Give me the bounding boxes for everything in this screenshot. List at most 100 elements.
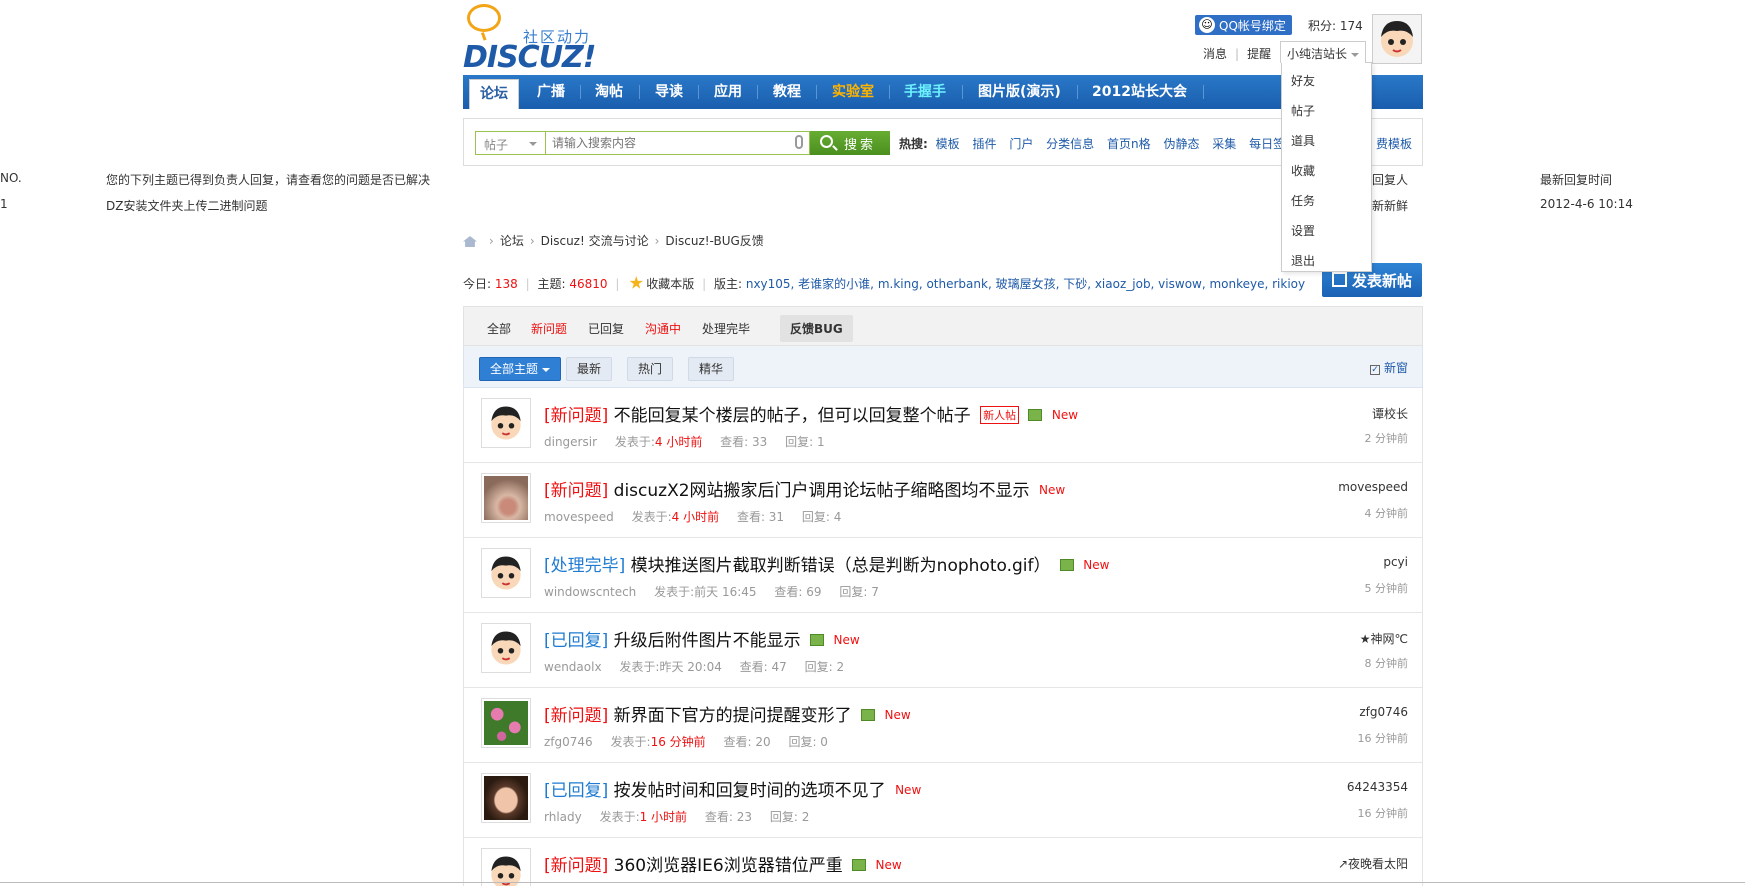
- favorite-forum-link[interactable]: 收藏本版: [646, 277, 694, 291]
- table-row[interactable]: [新问题] 不能回复某个楼层的帖子，但可以回复整个帖子 新人帖 New ding…: [464, 388, 1422, 463]
- hot-keyword[interactable]: 门户: [1009, 137, 1033, 151]
- author-avatar[interactable]: [481, 698, 531, 748]
- thread-tag[interactable]: [新问题]: [544, 706, 608, 726]
- thread-title[interactable]: [新问题] 360浏览器IE6浏览器错位严重 New: [544, 851, 902, 876]
- last-reply-user[interactable]: ★神网℃: [1360, 630, 1408, 647]
- menu-item-logout[interactable]: 退出: [1291, 252, 1315, 269]
- author-link[interactable]: zfg0746: [544, 735, 593, 749]
- breadcrumb-discussion[interactable]: Discuz! 交流与讨论: [541, 234, 649, 248]
- table-row[interactable]: [已回复] 升级后附件图片不能显示 New wendaolx 发表于:昨天 20…: [464, 613, 1422, 688]
- nav-item-guide[interactable]: 导读: [655, 75, 683, 109]
- discuz-logo[interactable]: 社区动力 DISCUZ!: [463, 4, 603, 75]
- author-link[interactable]: dingersir: [544, 435, 597, 449]
- qq-bind-button[interactable]: ☺ QQ帐号绑定: [1195, 15, 1292, 35]
- last-reply-user[interactable]: pcyi: [1383, 555, 1408, 569]
- messages-link[interactable]: 消息: [1203, 47, 1227, 61]
- last-reply-time[interactable]: 4 分钟前: [1365, 505, 1409, 521]
- breadcrumb-bug[interactable]: Discuz!-BUG反馈: [665, 234, 763, 248]
- filter-communicating[interactable]: 沟通中: [645, 320, 681, 337]
- menu-item-settings[interactable]: 设置: [1291, 222, 1315, 239]
- nav-item-gallery[interactable]: 图片版(演示): [978, 75, 1061, 109]
- thread-title-text[interactable]: 360浏览器IE6浏览器错位严重: [614, 856, 843, 876]
- last-reply-user[interactable]: 64243354: [1347, 780, 1408, 794]
- nav-item-lab[interactable]: 实验室: [832, 75, 874, 109]
- search-button[interactable]: 搜索: [810, 131, 890, 155]
- author-avatar[interactable]: [481, 398, 531, 448]
- username-dropdown-button[interactable]: 小纯洁站长: [1280, 41, 1367, 63]
- thread-title[interactable]: [处理完毕] 模块推送图片截取判断错误（总是判断为nophoto.gif） Ne…: [544, 551, 1109, 576]
- thread-title[interactable]: [已回复] 升级后附件图片不能显示 New: [544, 626, 860, 651]
- author-avatar[interactable]: [481, 548, 531, 598]
- author-link[interactable]: movespeed: [544, 510, 614, 524]
- home-icon[interactable]: [463, 236, 477, 247]
- hot-keyword-tail[interactable]: 费模板: [1376, 135, 1412, 152]
- last-reply-user[interactable]: movespeed: [1338, 480, 1408, 494]
- nav-item-apps[interactable]: 应用: [714, 75, 742, 109]
- tab-latest[interactable]: 最新: [566, 357, 613, 381]
- nav-item-broadcast[interactable]: 广播: [537, 75, 565, 109]
- last-reply-user[interactable]: ↗夜晚看太阳: [1338, 855, 1408, 872]
- thread-title-text[interactable]: 升级后附件图片不能显示: [614, 631, 801, 651]
- tab-hot[interactable]: 热门: [627, 357, 674, 381]
- menu-item-favorites[interactable]: 收藏: [1291, 162, 1315, 179]
- filter-new-question[interactable]: 新问题: [531, 320, 567, 337]
- nav-item-handshake[interactable]: 手握手: [904, 75, 946, 109]
- hot-keyword[interactable]: 分类信息: [1046, 137, 1094, 151]
- author-link[interactable]: windowscntech: [544, 585, 636, 599]
- thread-title[interactable]: [新问题] 不能回复某个楼层的帖子，但可以回复整个帖子 新人帖 New: [544, 401, 1078, 426]
- user-avatar[interactable]: [1372, 14, 1422, 64]
- last-reply-time[interactable]: 16 分钟前: [1358, 805, 1409, 821]
- author-avatar[interactable]: [481, 623, 531, 673]
- author-avatar[interactable]: [481, 773, 531, 823]
- thread-title-text[interactable]: 模块推送图片截取判断错误（总是判断为nophoto.gif）: [631, 556, 1051, 576]
- nav-item-conference[interactable]: 2012站长大会: [1092, 75, 1187, 109]
- last-reply-time[interactable]: 16 分钟前: [1358, 730, 1409, 746]
- table-row[interactable]: [新问题] 360浏览器IE6浏览器错位严重 New ↗夜晚看太阳: [464, 838, 1422, 886]
- table-row[interactable]: [处理完毕] 模块推送图片截取判断错误（总是判断为nophoto.gif） Ne…: [464, 538, 1422, 613]
- thread-title-text[interactable]: 新界面下官方的提问提醒变形了: [614, 706, 852, 726]
- reminder-link[interactable]: 提醒: [1247, 47, 1271, 61]
- row-title-link[interactable]: DZ安装文件夹上传二进制问题: [106, 197, 267, 214]
- search-input[interactable]: [545, 131, 810, 155]
- thread-tag[interactable]: [已回复]: [544, 781, 608, 801]
- search-type-select[interactable]: 帖子: [475, 131, 545, 155]
- last-reply-time[interactable]: 8 分钟前: [1365, 655, 1409, 671]
- nav-item-tutorial[interactable]: 教程: [773, 75, 801, 109]
- thread-title-text[interactable]: discuzX2网站搬家后门户调用论坛帖子缩略图均不显示: [614, 481, 1030, 501]
- tab-digest[interactable]: 精华: [688, 357, 735, 381]
- table-row[interactable]: [已回复] 按发帖时间和回复时间的选项不见了 New rhlady 发表于:1 …: [464, 763, 1422, 838]
- last-reply-user[interactable]: zfg0746: [1359, 705, 1408, 719]
- filter-replied[interactable]: 已回复: [588, 320, 624, 337]
- thread-tag[interactable]: [新问题]: [544, 406, 608, 426]
- table-row[interactable]: [新问题] discuzX2网站搬家后门户调用论坛帖子缩略图均不显示 New m…: [464, 463, 1422, 538]
- hot-keyword[interactable]: 采集: [1212, 137, 1236, 151]
- thread-tag[interactable]: [已回复]: [544, 631, 608, 651]
- thread-tag[interactable]: [新问题]: [544, 481, 608, 501]
- hot-keyword[interactable]: 插件: [972, 137, 996, 151]
- thread-title-text[interactable]: 按发帖时间和回复时间的选项不见了: [614, 781, 886, 801]
- author-avatar[interactable]: [481, 473, 531, 523]
- new-window-toggle[interactable]: ✓ 新窗: [1370, 359, 1408, 376]
- hot-keyword[interactable]: 模板: [936, 137, 960, 151]
- author-link[interactable]: rhlady: [544, 810, 582, 824]
- moderators-list[interactable]: nxy105, 老谁家的小谁, m.king, otherbank, 玻璃屋女孩…: [746, 277, 1305, 291]
- thread-title-text[interactable]: 不能回复某个楼层的帖子，但可以回复整个帖子: [614, 406, 971, 426]
- row-reply-user[interactable]: 新新鲜: [1372, 197, 1408, 214]
- thread-title[interactable]: [已回复] 按发帖时间和回复时间的选项不见了 New: [544, 776, 921, 801]
- thread-tag[interactable]: [处理完毕]: [544, 556, 625, 576]
- filter-bug-feedback[interactable]: 反馈BUG: [780, 315, 853, 342]
- author-link[interactable]: wendaolx: [544, 660, 602, 674]
- menu-item-props[interactable]: 道具: [1291, 132, 1315, 149]
- thread-tag[interactable]: [新问题]: [544, 856, 608, 876]
- nav-item-collections[interactable]: 淘帖: [595, 75, 623, 109]
- hot-keyword[interactable]: 首页n格: [1107, 137, 1151, 151]
- microphone-icon[interactable]: [795, 135, 803, 149]
- author-avatar[interactable]: [481, 848, 531, 886]
- thread-title[interactable]: [新问题] 新界面下官方的提问提醒变形了 New: [544, 701, 911, 726]
- last-reply-time[interactable]: 5 分钟前: [1365, 580, 1409, 596]
- tab-all-threads[interactable]: 全部主题: [479, 357, 562, 381]
- last-reply-time[interactable]: 2 分钟前: [1365, 430, 1409, 446]
- hot-keyword[interactable]: 伪静态: [1163, 137, 1199, 151]
- filter-resolved[interactable]: 处理完毕: [702, 320, 750, 337]
- thread-title[interactable]: [新问题] discuzX2网站搬家后门户调用论坛帖子缩略图均不显示 New: [544, 476, 1065, 501]
